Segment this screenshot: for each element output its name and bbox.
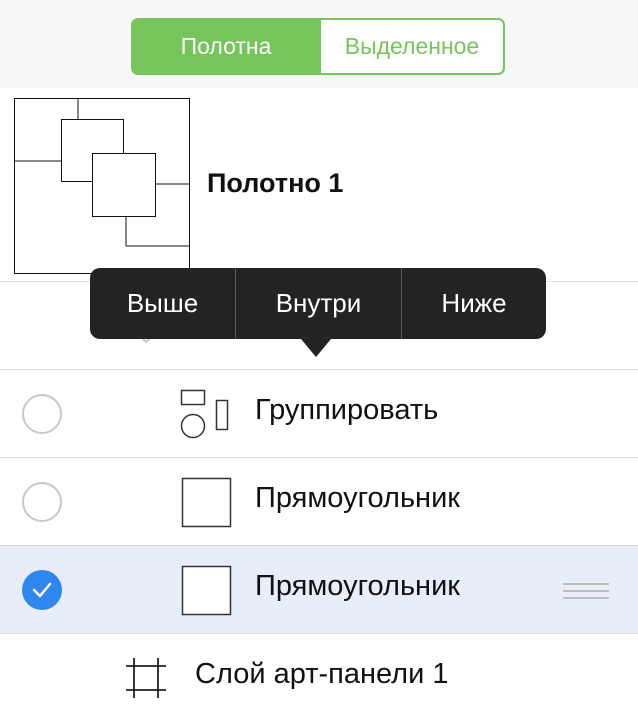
view-switcher-bar: Полотна Выделенное <box>0 0 638 89</box>
group-icon <box>180 389 229 439</box>
rectangle-icon <box>181 565 232 616</box>
popover-arrow <box>301 339 331 357</box>
layer-select-radio[interactable] <box>22 394 62 434</box>
segmented-control: Полотна Выделенное <box>131 18 505 75</box>
artboard-icon <box>126 658 166 698</box>
popover-inside-button[interactable]: Внутри <box>235 268 401 339</box>
rectangle-icon <box>181 477 232 528</box>
canvas-row[interactable]: Полотно 1 <box>0 88 638 282</box>
popover-below-button[interactable]: Ниже <box>401 268 546 339</box>
layer-row-rectangle[interactable]: Прямоугольник <box>0 458 638 546</box>
segment-selection[interactable]: Выделенное <box>319 20 503 73</box>
popover-above-button[interactable]: Выше <box>90 268 235 339</box>
artboard-layer-label: Слой арт-панели 1 <box>195 658 449 690</box>
canvas-thumbnail <box>14 98 190 274</box>
layer-label: Прямоугольник <box>255 482 460 514</box>
layer-row-rectangle-selected[interactable]: Прямоугольник <box>0 546 638 634</box>
artboard-layer-row[interactable]: Слой арт-панели 1 <box>0 634 638 718</box>
layer-select-radio[interactable] <box>22 482 62 522</box>
segment-canvases[interactable]: Полотна <box>133 20 319 73</box>
insert-position-popover: Выше Внутри Ниже <box>90 268 546 339</box>
canvas-title: Полотно 1 <box>207 168 344 198</box>
layer-row-group[interactable]: Группировать <box>0 370 638 458</box>
checkmark-icon <box>32 582 52 598</box>
drag-handle-icon[interactable] <box>563 583 609 604</box>
layer-select-radio-checked[interactable] <box>22 570 62 610</box>
layer-label: Прямоугольник <box>255 570 460 602</box>
layer-label: Группировать <box>255 394 439 426</box>
